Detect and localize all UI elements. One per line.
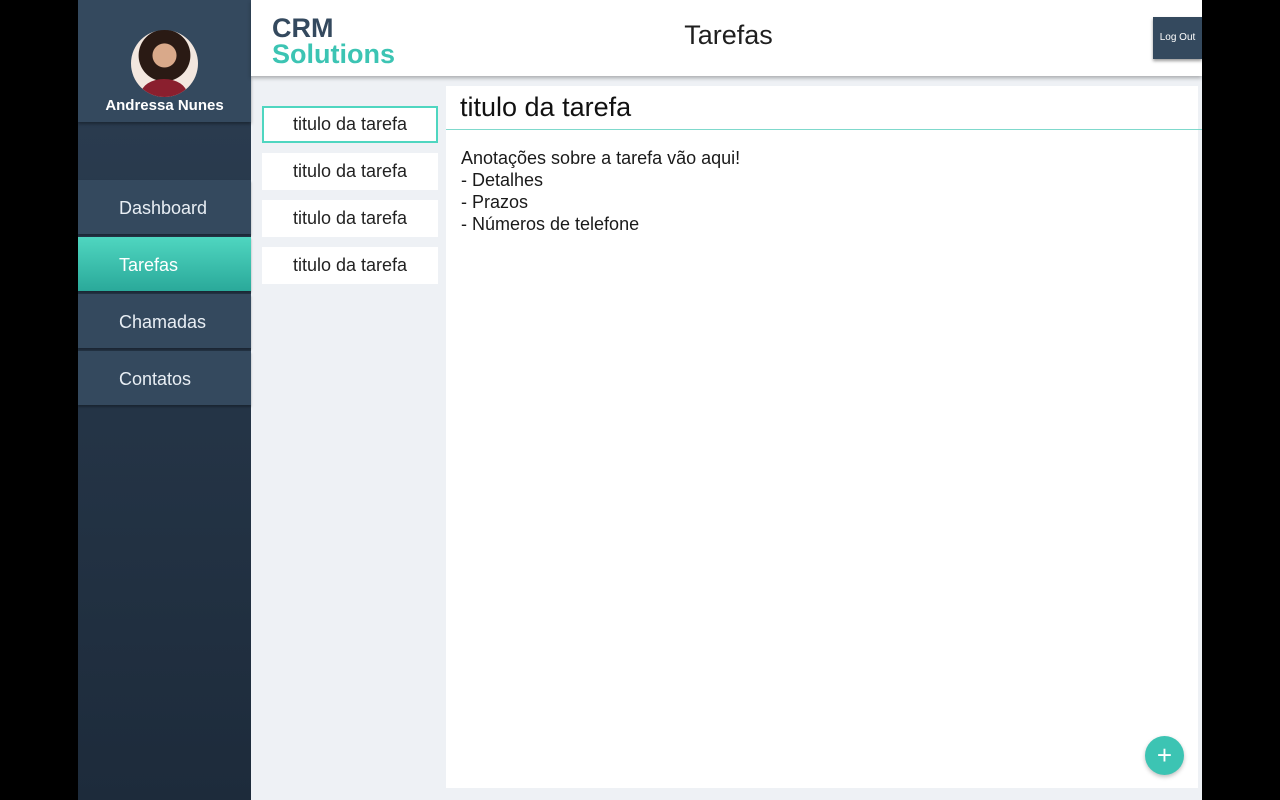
user-name: Andressa Nunes: [105, 97, 224, 114]
task-detail-title: titulo da tarefa: [460, 92, 632, 122]
task-list: titulo da tarefa titulo da tarefa titulo…: [262, 106, 438, 294]
sidebar-item-tarefas[interactable]: Tarefas: [78, 237, 251, 291]
sidebar-item-chamadas[interactable]: Chamadas: [78, 294, 251, 348]
logout-button[interactable]: Log Out: [1153, 17, 1202, 59]
note-line: Anotações sobre a tarefa vão aqui!: [461, 148, 741, 168]
note-line: - Prazos: [461, 192, 529, 212]
task-item[interactable]: titulo da tarefa: [262, 153, 438, 190]
add-task-button[interactable]: +: [1145, 736, 1184, 775]
sidebar: Andressa Nunes Dashboard Tarefas Chamada…: [78, 0, 251, 800]
app-window: Andressa Nunes Dashboard Tarefas Chamada…: [78, 0, 1202, 800]
sidebar-nav: Dashboard Tarefas Chamadas Contatos: [78, 180, 251, 408]
detail-divider: [446, 129, 1202, 130]
sidebar-item-dashboard[interactable]: Dashboard: [78, 180, 251, 234]
task-detail-panel: titulo da tarefa Anotações sobre a taref…: [446, 86, 1202, 788]
header: CRM Solutions Tarefas Log Out: [251, 0, 1202, 76]
task-item[interactable]: titulo da tarefa: [262, 200, 438, 237]
sidebar-item-contatos[interactable]: Contatos: [78, 351, 251, 405]
task-item[interactable]: titulo da tarefa: [262, 247, 438, 284]
note-line: - Números de telefone: [461, 214, 640, 234]
profile-panel: Andressa Nunes: [78, 0, 251, 122]
task-item[interactable]: titulo da tarefa: [262, 106, 438, 143]
avatar: [131, 30, 198, 97]
avatar-shoulders: [141, 79, 187, 97]
task-notes[interactable]: Anotações sobre a tarefa vão aqui! - Det…: [461, 147, 740, 235]
plus-icon: +: [1156, 740, 1173, 770]
note-line: - Detalhes: [461, 170, 544, 190]
page-title: Tarefas: [684, 20, 773, 50]
